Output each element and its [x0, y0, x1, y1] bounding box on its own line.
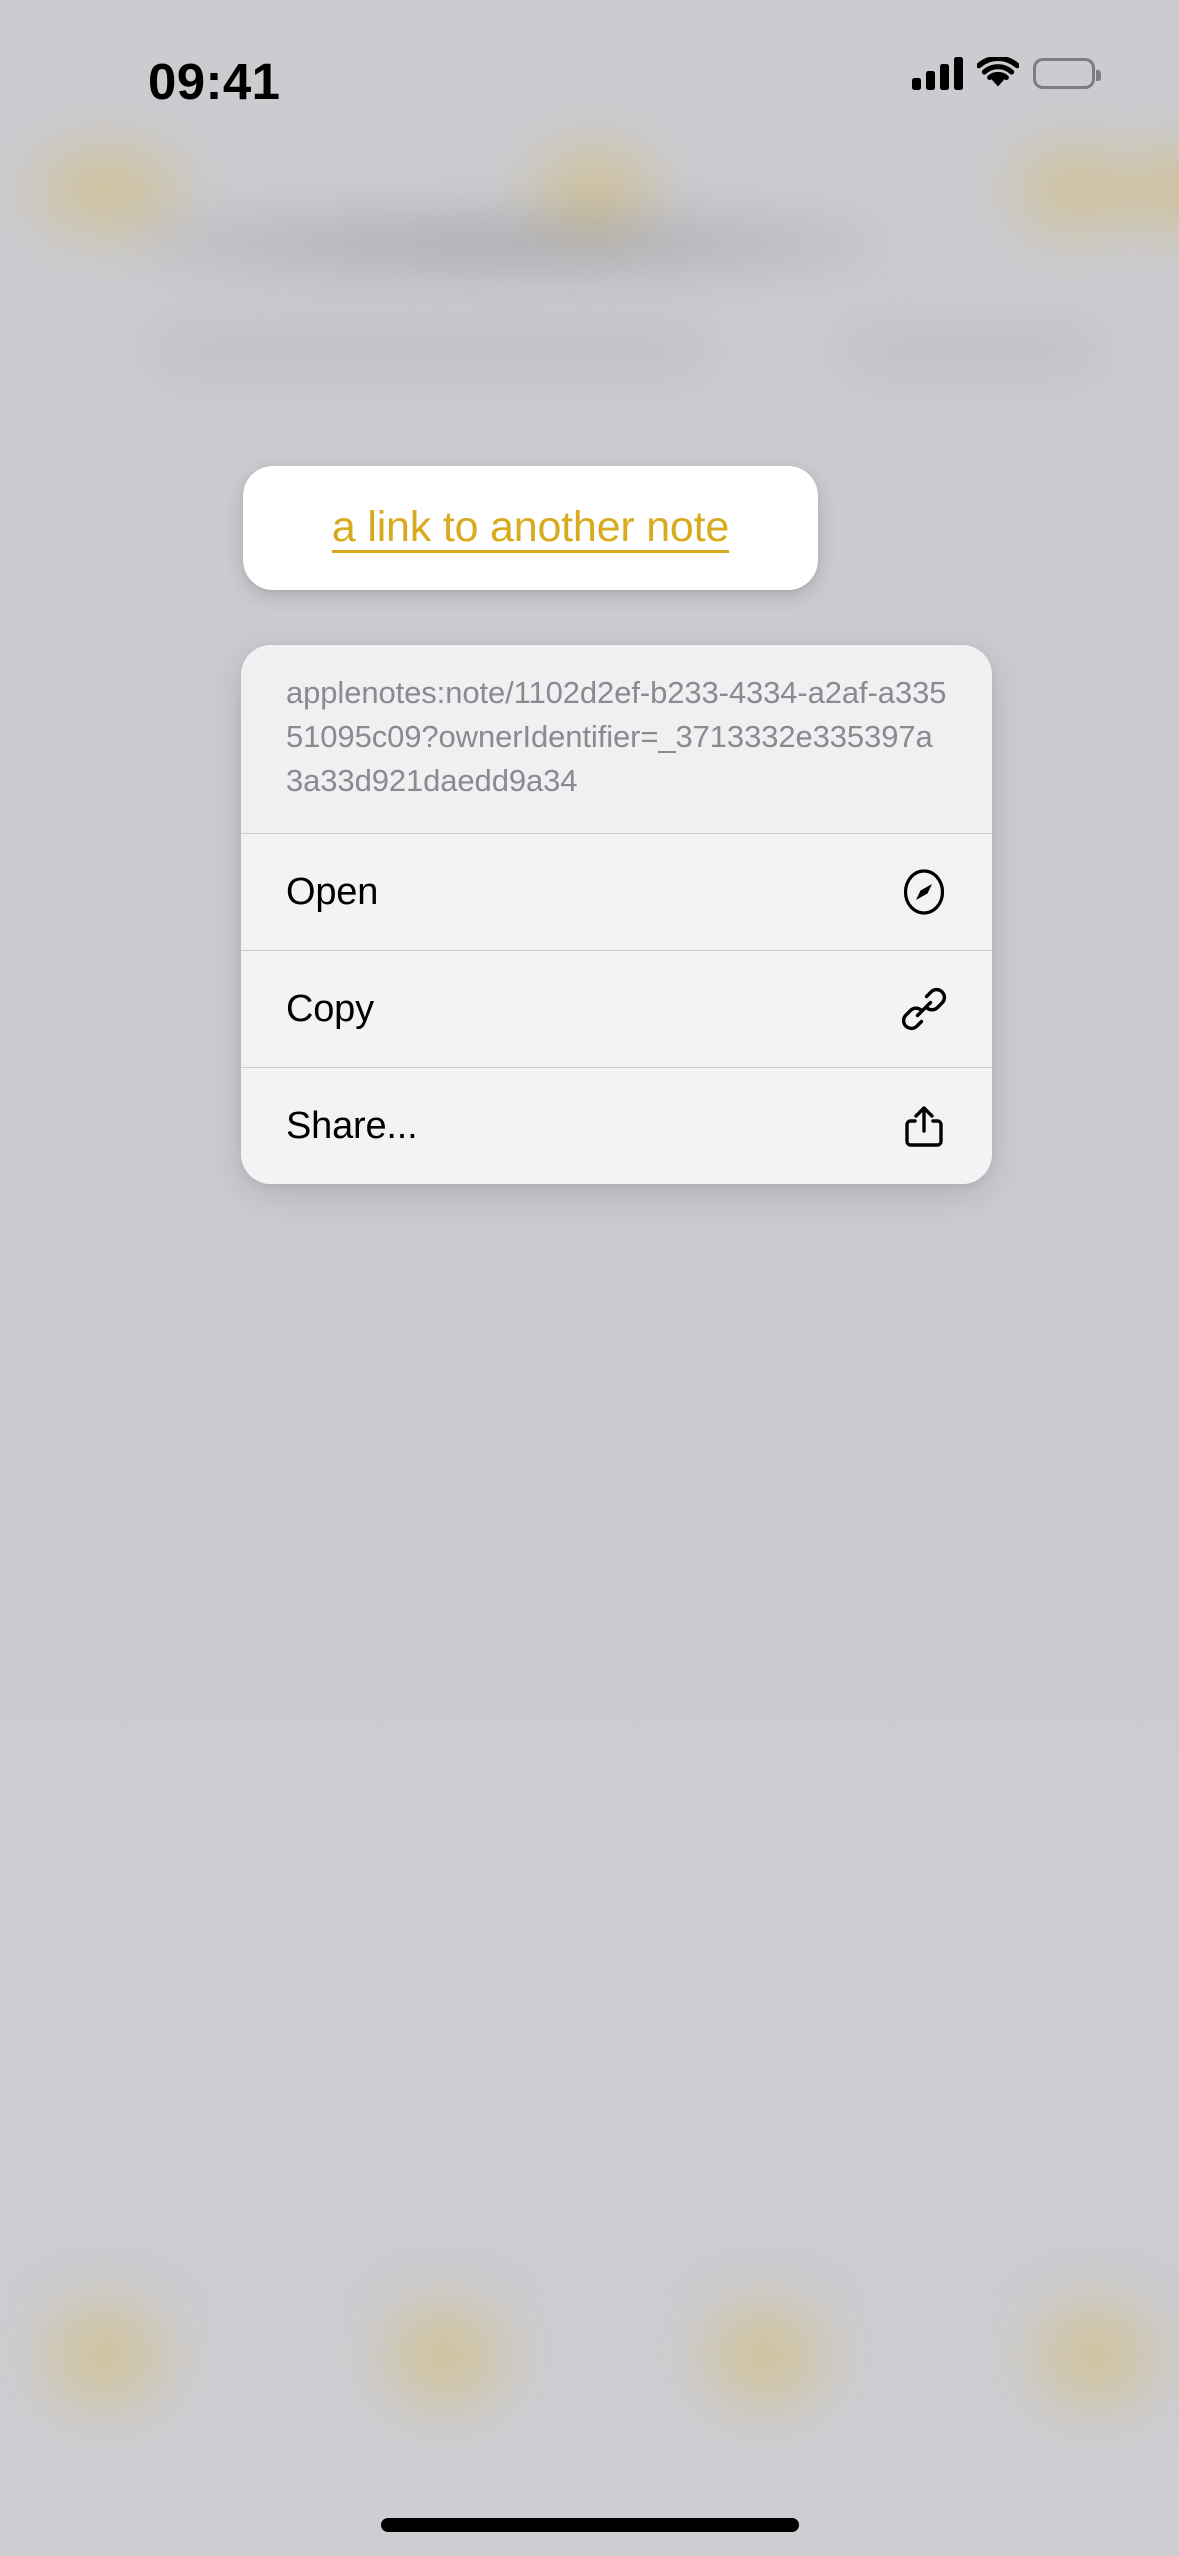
home-indicator[interactable]: [380, 2518, 799, 2532]
blurred-toolbar-blob: [520, 135, 670, 245]
blurred-note-body-line: [150, 330, 710, 370]
share-square-up-arrow-icon: [901, 1103, 947, 1149]
menu-item-open[interactable]: Open: [241, 834, 992, 951]
note-link-text[interactable]: a link to another note: [332, 505, 729, 550]
menu-item-open-label: Open: [286, 870, 379, 913]
link-context-menu: applenotes:note/1102d2ef-b233-4334-a2af-…: [241, 645, 992, 1185]
cellular-bars-icon: [912, 56, 963, 90]
blurred-toolbar-blob: [1110, 135, 1179, 245]
wifi-icon: [977, 57, 1019, 89]
blurred-toolbar-blob: [1000, 135, 1150, 245]
battery-full-icon: [1033, 57, 1101, 89]
blurred-note-body-line: [840, 330, 1100, 370]
menu-url-preview: applenotes:note/1102d2ef-b233-4334-a2af-…: [241, 645, 992, 834]
menu-item-share[interactable]: Share...: [241, 1068, 992, 1185]
blurred-app-backdrop: [0, 0, 1179, 2556]
blurred-bottom-toolbar-blob: [370, 2290, 520, 2420]
blurred-note-title: [130, 215, 890, 273]
menu-item-copy-label: Copy: [286, 987, 374, 1030]
link-chain-icon: [901, 986, 947, 1032]
blurred-toolbar-blob: [18, 135, 198, 245]
link-preview-bubble[interactable]: a link to another note: [243, 466, 818, 590]
safari-compass-icon: [901, 869, 947, 915]
status-bar-indicators: [912, 56, 1101, 90]
blurred-bottom-toolbar-blob: [30, 2290, 180, 2420]
blurred-bottom-toolbar-blob: [690, 2290, 840, 2420]
menu-item-copy[interactable]: Copy: [241, 951, 992, 1068]
menu-item-share-label: Share...: [286, 1104, 418, 1147]
blurred-bottom-toolbar-blob: [1020, 2290, 1170, 2420]
iphone-screen: 09:41 a link to another note applenotes:…: [0, 0, 1179, 2556]
status-bar-time: 09:41: [148, 53, 281, 110]
status-bar: 09:41: [0, 0, 1179, 140]
menu-url-text: applenotes:note/1102d2ef-b233-4334-a2af-…: [286, 675, 947, 799]
